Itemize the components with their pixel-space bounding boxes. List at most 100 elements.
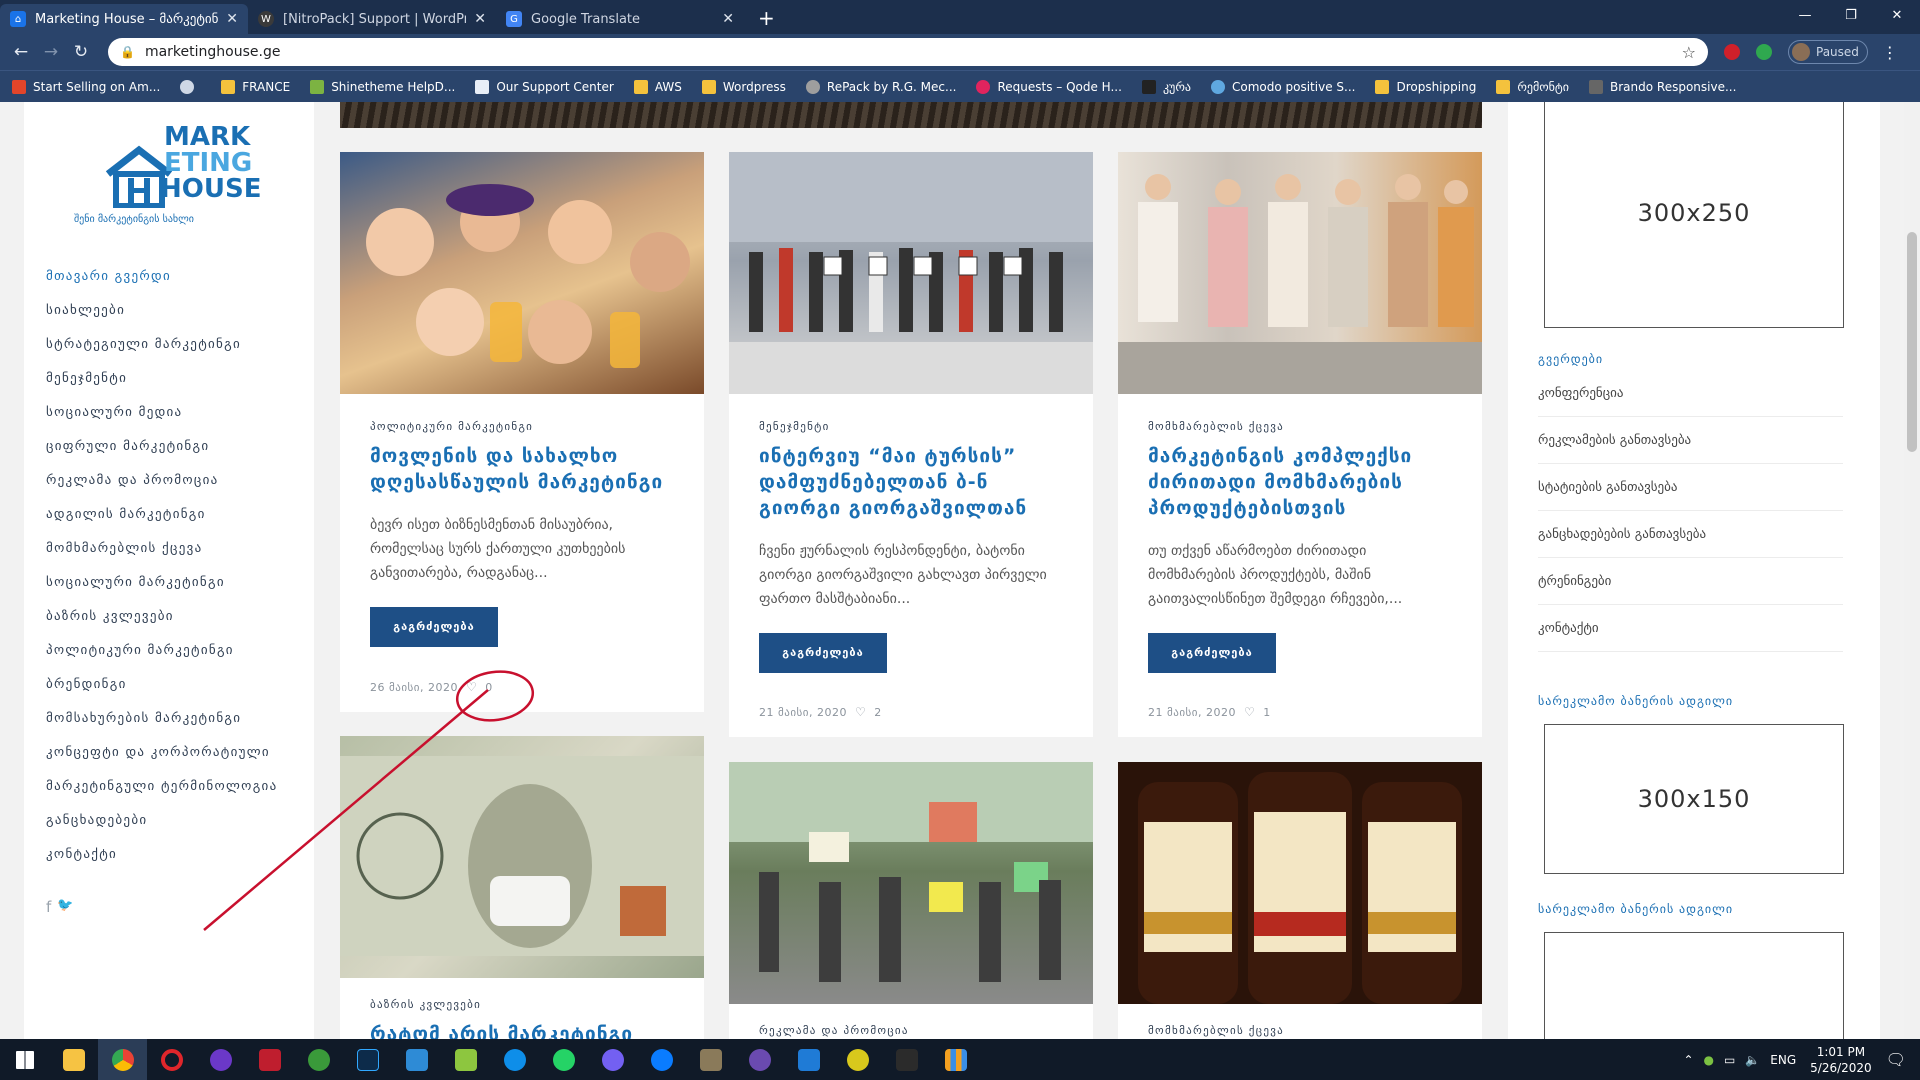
nav-item[interactable]: კონტაქტი (46, 838, 277, 872)
close-tab-icon[interactable]: ✕ (722, 11, 734, 27)
clock[interactable]: 1:01 PM 5/26/2020 (1810, 1044, 1872, 1076)
post-category[interactable]: რეკლამა და პრომოცია (759, 1024, 1063, 1037)
nav-item[interactable]: რეკლამა და პრომოცია (46, 464, 277, 498)
post-title[interactable]: ინტერვიუ “მაი ტურსის” დამფუძნებელთან ბ-ნ… (759, 443, 1063, 521)
page-link[interactable]: განცხადებების განთავსება (1538, 511, 1843, 558)
post-category[interactable]: მომხმარებლის ქცევა (1148, 420, 1452, 433)
nav-item[interactable]: სოციალური მარკეტინგი (46, 566, 277, 600)
read-more-button[interactable]: გაგრძელება (1148, 633, 1276, 673)
bookmark-item[interactable]: RePack by R.G. Mec... (805, 79, 956, 94)
new-tab-button[interactable]: + (758, 6, 775, 30)
url-input[interactable] (144, 44, 1682, 60)
bookmark-item[interactable]: FRANCE (221, 79, 290, 94)
heart-icon[interactable]: ♡ (1244, 705, 1255, 719)
nav-item[interactable]: მთავარი გვერდი (46, 260, 277, 294)
nav-item[interactable]: პოლიტიკური მარკეტინგი (46, 634, 277, 668)
taskbar-app[interactable] (637, 1039, 686, 1080)
nav-item[interactable]: სიახლეები (46, 294, 277, 328)
bookmark-item[interactable]: Shinetheme HelpD... (310, 79, 455, 94)
taskbar-app[interactable] (539, 1039, 588, 1080)
address-bar[interactable]: 🔒 ☆ (108, 38, 1708, 66)
page-link[interactable]: კონტაქტი (1538, 605, 1843, 652)
ad-placeholder[interactable] (1544, 932, 1844, 1039)
nav-item[interactable]: განცხადებები (46, 804, 277, 838)
post-thumbnail[interactable] (1118, 152, 1482, 394)
taskbar-app[interactable] (490, 1039, 539, 1080)
post-category[interactable]: ბაზრის კვლევები (370, 998, 674, 1011)
scrollbar-thumb[interactable] (1907, 232, 1917, 452)
nav-item[interactable]: ადგილის მარკეტინგი (46, 498, 277, 532)
taskbar-app[interactable] (98, 1039, 147, 1080)
taskbar-app[interactable] (833, 1039, 882, 1080)
site-logo[interactable]: MARK ETING HOUSE შენი მარკეტინგის სახლი (64, 122, 284, 225)
bookmark-item[interactable]: AWS (633, 79, 682, 94)
post-title[interactable]: მოვლენის და სახალხო დღესასწაულის მარკეტი… (370, 443, 674, 495)
bookmark-item[interactable]: კურა (1141, 79, 1191, 94)
ad-placeholder-300x250[interactable]: 300x250 (1544, 102, 1844, 328)
bookmark-item[interactable] (180, 79, 201, 94)
nav-item[interactable]: კონცეფტი და კორპორატიული (46, 736, 277, 770)
nav-item[interactable]: ციფრული მარკეტინგი (46, 430, 277, 464)
taskbar-app[interactable] (686, 1039, 735, 1080)
profile-button[interactable]: Paused (1788, 40, 1868, 64)
taskbar-app[interactable] (735, 1039, 784, 1080)
post-thumbnail[interactable] (729, 152, 1093, 394)
nav-item[interactable]: მენეჯმენტი (46, 362, 277, 396)
bookmark-item[interactable]: Start Selling on Am... (12, 79, 160, 94)
post-category[interactable]: მომხმარებლის ქცევა (1148, 1024, 1452, 1037)
taskbar-app[interactable] (392, 1039, 441, 1080)
input-language[interactable]: ENG (1770, 1053, 1796, 1067)
extension-green-check-icon[interactable] (1756, 44, 1772, 60)
reload-icon[interactable]: ↻ (66, 42, 96, 62)
twitter-icon[interactable]: 🐦 (57, 898, 73, 916)
nav-item[interactable]: ბაზრის კვლევები (46, 600, 277, 634)
page-link[interactable]: რეკლამების განთავსება (1538, 417, 1843, 464)
post-title[interactable]: მარკეტინგის კომპლექსი ძირითადი მომხმარებ… (1148, 443, 1452, 521)
read-more-button[interactable]: გაგრძელება (759, 633, 887, 673)
heart-icon[interactable]: ♡ (466, 680, 477, 694)
page-link[interactable]: ტრენინგები (1538, 558, 1843, 605)
bookmark-star-icon[interactable]: ☆ (1682, 43, 1696, 62)
post-thumbnail[interactable] (340, 736, 704, 978)
post-thumbnail[interactable] (729, 762, 1093, 1004)
bookmark-item[interactable]: Brando Responsive... (1589, 79, 1736, 94)
forward-icon[interactable]: → (36, 42, 66, 62)
taskbar-app[interactable] (441, 1039, 490, 1080)
bookmark-item[interactable]: Our Support Center (475, 79, 614, 94)
nav-item[interactable]: მომსახურების მარკეტინგი (46, 702, 277, 736)
volume-icon[interactable]: 🔈 (1745, 1053, 1760, 1067)
tab-nitropack[interactable]: W [NitroPack] Support | WordPress.org ✕ (248, 4, 496, 34)
post-thumbnail[interactable] (1118, 762, 1482, 1004)
extension-red-icon[interactable] (1724, 44, 1740, 60)
start-button[interactable] (0, 1039, 49, 1080)
close-tab-icon[interactable]: ✕ (474, 11, 486, 27)
post-title[interactable]: რატომ არის მარკეტინგი (370, 1021, 674, 1039)
taskbar-app[interactable] (245, 1039, 294, 1080)
nav-item[interactable]: მომხმარებლის ქცევა (46, 532, 277, 566)
minimize-icon[interactable]: — (1782, 0, 1828, 30)
close-tab-icon[interactable]: ✕ (226, 11, 238, 27)
bookmark-item[interactable]: Comodo positive S... (1210, 79, 1355, 94)
facebook-icon[interactable]: f (46, 898, 51, 916)
taskbar-app[interactable] (784, 1039, 833, 1080)
taskbar-app[interactable] (931, 1039, 980, 1080)
nav-item[interactable]: მარკეტინგული ტერმინოლოგია (46, 770, 277, 804)
network-icon[interactable]: ▭ (1724, 1053, 1735, 1067)
taskbar-app[interactable] (343, 1039, 392, 1080)
nav-item[interactable]: სოციალური მედია (46, 396, 277, 430)
close-window-icon[interactable]: ✕ (1874, 0, 1920, 30)
page-scrollbar[interactable] (1904, 102, 1920, 1039)
notifications-icon[interactable]: 🗨 (1886, 1050, 1906, 1069)
bookmark-item[interactable]: Dropshipping (1375, 79, 1476, 94)
nav-item[interactable]: ბრენდინგი (46, 668, 277, 702)
post-category[interactable]: მენეჯმენტი (759, 420, 1063, 433)
read-more-button[interactable]: გაგრძელება (370, 607, 498, 647)
taskbar-app[interactable] (588, 1039, 637, 1080)
tray-app-icon[interactable]: ● (1704, 1053, 1714, 1067)
menu-dots-icon[interactable]: ⋮ (1882, 43, 1898, 62)
bookmark-item[interactable]: Wordpress (701, 79, 786, 94)
taskbar-app[interactable] (147, 1039, 196, 1080)
tab-marketing-house[interactable]: ⌂ Marketing House – მარკეტინგის სახლი ✕ (0, 4, 248, 34)
page-link[interactable]: კონფერენცია (1538, 370, 1843, 417)
back-icon[interactable]: ← (6, 42, 36, 62)
